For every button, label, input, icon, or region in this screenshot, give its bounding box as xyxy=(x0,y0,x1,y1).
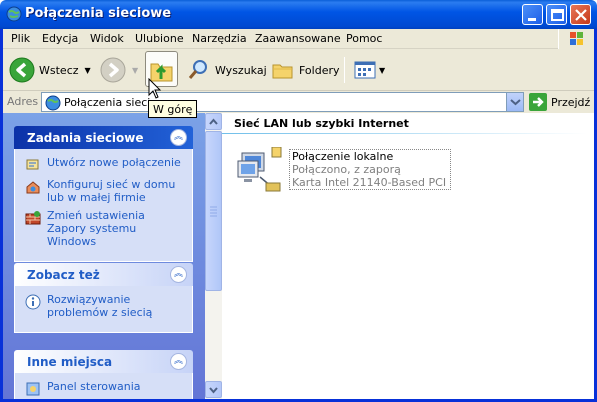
firewall-icon xyxy=(25,211,41,225)
search-button[interactable]: Wyszukaj xyxy=(187,55,267,85)
group-header: Sieć LAN lub szybki Internet xyxy=(234,117,409,130)
network-tasks-header[interactable]: Zadania sieciowe ︽ xyxy=(14,126,193,149)
toolbar: Wstecz ▼ ▼ Wyszukaj Foldery ▼ xyxy=(3,49,594,91)
new-connection-icon xyxy=(26,159,39,170)
task-pane: Zadania sieciowe ︽ Utwórz nowe połączeni… xyxy=(3,113,205,399)
search-label: Wyszukaj xyxy=(215,63,267,77)
address-bar: Adres Połączenia sieciowe Przejdź xyxy=(3,91,594,113)
forward-dropdown-icon[interactable]: ▼ xyxy=(132,66,138,75)
collapse-icon[interactable]: ︽ xyxy=(170,353,187,370)
control-panel-link[interactable]: Panel sterowania xyxy=(25,380,186,397)
windows-logo-icon xyxy=(558,29,594,49)
forward-button[interactable]: ▼ xyxy=(100,55,138,85)
menu-advanced[interactable]: Zaawansowane xyxy=(255,32,341,45)
minimize-button[interactable] xyxy=(522,4,543,25)
go-button[interactable]: Przejdź xyxy=(529,93,590,111)
network-tasks-panel: Zadania sieciowe ︽ Utwórz nowe połączeni… xyxy=(14,126,193,262)
address-label: Adres xyxy=(7,95,39,108)
search-icon xyxy=(188,60,207,79)
address-dropdown-button[interactable] xyxy=(506,93,523,111)
views-dropdown-icon[interactable]: ▼ xyxy=(379,66,385,75)
see-also-header[interactable]: Zobacz też ︽ xyxy=(14,263,193,286)
control-panel-icon xyxy=(26,382,40,396)
other-places-header[interactable]: Inne miejsca ︽ xyxy=(14,350,193,373)
setup-network-task[interactable]: Konfiguruj sieć w domu lub w małej firmi… xyxy=(25,178,186,204)
grip-icon xyxy=(210,206,217,217)
troubleshoot-task[interactable]: Rozwiązywanie problemów z siecią xyxy=(25,293,186,319)
menu-edit[interactable]: Edycja xyxy=(42,32,78,45)
scroll-up-button[interactable] xyxy=(205,113,222,130)
task-pane-scrollbar[interactable] xyxy=(205,113,222,399)
folders-icon xyxy=(272,64,293,79)
network-tasks-title: Zadania sieciowe xyxy=(27,131,144,145)
see-also-panel: Zobacz też ︽ Rozwiązywanie problemów z s… xyxy=(14,263,193,333)
menu-favorites[interactable]: Ulubione xyxy=(135,32,184,45)
file-view[interactable]: Sieć LAN lub szybki Internet Połączenie … xyxy=(222,113,594,399)
chevron-up-icon xyxy=(209,118,218,125)
back-label: Wstecz xyxy=(39,63,79,77)
task-label: Konfiguruj sieć w domu lub w małej firmi… xyxy=(47,178,176,204)
other-places-title: Inne miejsca xyxy=(27,355,113,369)
info-icon xyxy=(25,294,41,310)
scroll-down-button[interactable] xyxy=(205,381,222,398)
see-also-title: Zobacz też xyxy=(27,268,100,282)
views-button[interactable]: ▼ xyxy=(353,55,385,85)
task-label: Zmień ustawienia Zapory systemu Windows xyxy=(47,209,145,248)
folders-label: Foldery xyxy=(299,63,340,77)
views-icon xyxy=(354,61,376,79)
chevron-down-icon xyxy=(209,387,218,394)
back-arrow-icon xyxy=(9,57,35,83)
task-label: Rozwiązywanie problemów z siecią xyxy=(47,293,153,319)
create-connection-task[interactable]: Utwórz nowe połączenie xyxy=(25,156,186,173)
connection-details: Połączenie lokalne Połączono, z zaporą K… xyxy=(289,149,451,190)
menu-bar: Plik Edycja Widok Ulubione Narzędzia Zaa… xyxy=(3,29,594,49)
network-globe-icon xyxy=(45,95,61,111)
folders-button[interactable]: Foldery xyxy=(271,55,340,85)
maximize-button[interactable] xyxy=(546,4,567,25)
go-label: Przejdź xyxy=(551,95,591,109)
lan-connection-icon xyxy=(237,147,282,192)
firewall-settings-task[interactable]: Zmień ustawienia Zapory systemu Windows xyxy=(25,209,186,248)
back-button[interactable]: Wstecz ▼ xyxy=(9,55,91,85)
forward-arrow-icon xyxy=(100,57,126,83)
close-button[interactable] xyxy=(570,4,591,25)
chevron-down-icon xyxy=(510,99,521,106)
menu-view[interactable]: Widok xyxy=(90,32,124,45)
task-label: Utwórz nowe połączenie xyxy=(47,156,181,169)
menu-tools[interactable]: Narzędzia xyxy=(192,32,247,45)
back-dropdown-icon[interactable]: ▼ xyxy=(85,66,91,75)
toolbar-separator xyxy=(344,57,345,83)
title-bar[interactable]: Połączenia sieciowe xyxy=(0,0,597,30)
address-input[interactable]: Połączenia sieciowe xyxy=(41,92,524,112)
other-places-panel: Inne miejsca ︽ Panel sterowania xyxy=(14,350,193,399)
go-arrow-icon xyxy=(529,93,547,111)
connection-status: Połączono, z zaporą xyxy=(292,163,401,176)
collapse-icon[interactable]: ︽ xyxy=(170,266,187,283)
connection-device: Karta Intel 21140-Based PCI F... xyxy=(292,176,448,189)
task-label: Panel sterowania xyxy=(47,380,141,393)
network-globe-icon xyxy=(6,6,22,22)
menu-help[interactable]: Pomoc xyxy=(346,32,382,45)
menu-file[interactable]: Plik xyxy=(11,32,30,45)
up-button-tooltip: W górę xyxy=(148,100,198,118)
scroll-thumb[interactable] xyxy=(205,131,222,291)
window-title: Połączenia sieciowe xyxy=(25,6,172,21)
collapse-icon[interactable]: ︽ xyxy=(170,129,187,146)
connection-name: Połączenie lokalne xyxy=(292,150,394,163)
home-network-icon xyxy=(26,181,40,194)
local-connection-item[interactable]: Połączenie lokalne Połączono, z zaporą K… xyxy=(236,147,452,193)
group-divider xyxy=(222,133,587,134)
mouse-cursor-icon xyxy=(148,78,162,99)
